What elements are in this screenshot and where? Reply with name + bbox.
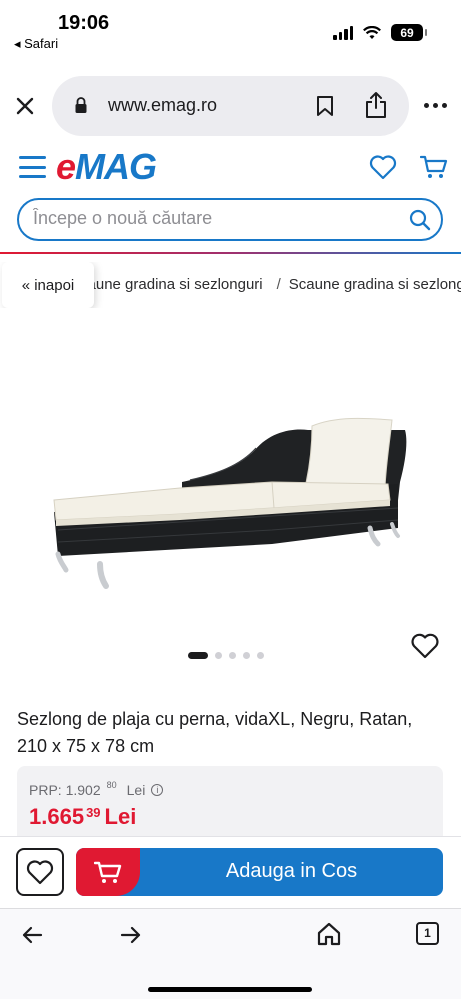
current-price: 1.665 39 Lei xyxy=(29,804,137,829)
share-icon[interactable] xyxy=(365,91,387,119)
breadcrumb-item[interactable]: Scaune gradina si sezlonguri vidaXL xyxy=(289,276,461,293)
forward-arrow-icon[interactable] xyxy=(119,923,143,947)
add-to-cart-label: Adauga in Cos xyxy=(225,860,358,882)
cart-icon xyxy=(76,848,140,896)
tabs-icon[interactable]: 1 xyxy=(416,922,439,945)
cart-icon[interactable] xyxy=(420,154,448,180)
home-icon[interactable] xyxy=(316,921,342,947)
site-header: eMAG xyxy=(0,146,461,188)
url-text: www.emag.ro xyxy=(108,95,218,115)
emag-logo[interactable]: eMAG xyxy=(56,146,157,188)
address-bar[interactable]: www.emag.ro xyxy=(52,76,409,136)
signal-icon xyxy=(333,25,353,40)
close-icon[interactable] xyxy=(13,94,37,118)
back-to-app-link[interactable]: ◂ Safari xyxy=(14,36,58,52)
battery-indicator: 69 xyxy=(391,24,427,41)
add-to-cart-button[interactable]: Adauga in Cos xyxy=(76,848,443,896)
back-link[interactable]: « inapoi xyxy=(2,262,94,308)
wifi-icon xyxy=(363,25,381,39)
carousel-dot[interactable] xyxy=(257,652,264,659)
status-bar: 19:06 ◂ Safari 69 xyxy=(0,0,461,56)
recommended-price: PRP: 1.902 80 Lei i xyxy=(29,780,164,798)
carousel-dot[interactable] xyxy=(215,652,222,659)
sticky-action-bar: Adauga in Cos xyxy=(0,836,461,908)
search-bar[interactable] xyxy=(17,198,443,241)
lock-icon xyxy=(75,97,87,113)
home-indicator xyxy=(148,987,312,992)
menu-icon[interactable] xyxy=(19,156,46,178)
header-divider xyxy=(0,252,461,254)
heart-icon[interactable] xyxy=(369,154,397,180)
search-input[interactable] xyxy=(33,208,393,229)
product-title: Sezlong de plaja cu perna, vidaXL, Negru… xyxy=(17,709,413,756)
bookmark-icon[interactable] xyxy=(316,95,334,117)
status-time: 19:06 xyxy=(58,12,110,34)
browser-toolbar: 1 xyxy=(0,908,461,999)
status-icons: 69 xyxy=(333,24,427,41)
price-box: PRP: 1.902 80 Lei i 1.665 39 Lei xyxy=(17,766,443,846)
search-icon[interactable] xyxy=(408,208,432,232)
breadcrumb-trail: Scaune gradina si sezlonguri / Scaune grad… xyxy=(70,276,461,293)
browser-url-row: www.emag.ro xyxy=(0,76,461,136)
carousel-dot[interactable] xyxy=(188,652,208,659)
breadcrumb: « inapoi Scaune gradina si sezlonguri / Sc… xyxy=(0,262,461,308)
info-icon[interactable]: i xyxy=(151,784,164,796)
carousel-dot[interactable] xyxy=(229,652,236,659)
add-to-favorites-button[interactable] xyxy=(16,848,64,896)
carousel-indicator[interactable] xyxy=(188,652,264,659)
more-icon[interactable] xyxy=(424,103,447,108)
heart-icon xyxy=(26,860,54,885)
carousel-dot[interactable] xyxy=(243,652,250,659)
product-image[interactable] xyxy=(40,380,420,600)
back-arrow-icon[interactable] xyxy=(20,923,44,947)
breadcrumb-item[interactable]: Scaune gradina si sezlonguri xyxy=(70,276,263,293)
heart-icon[interactable] xyxy=(410,632,440,660)
